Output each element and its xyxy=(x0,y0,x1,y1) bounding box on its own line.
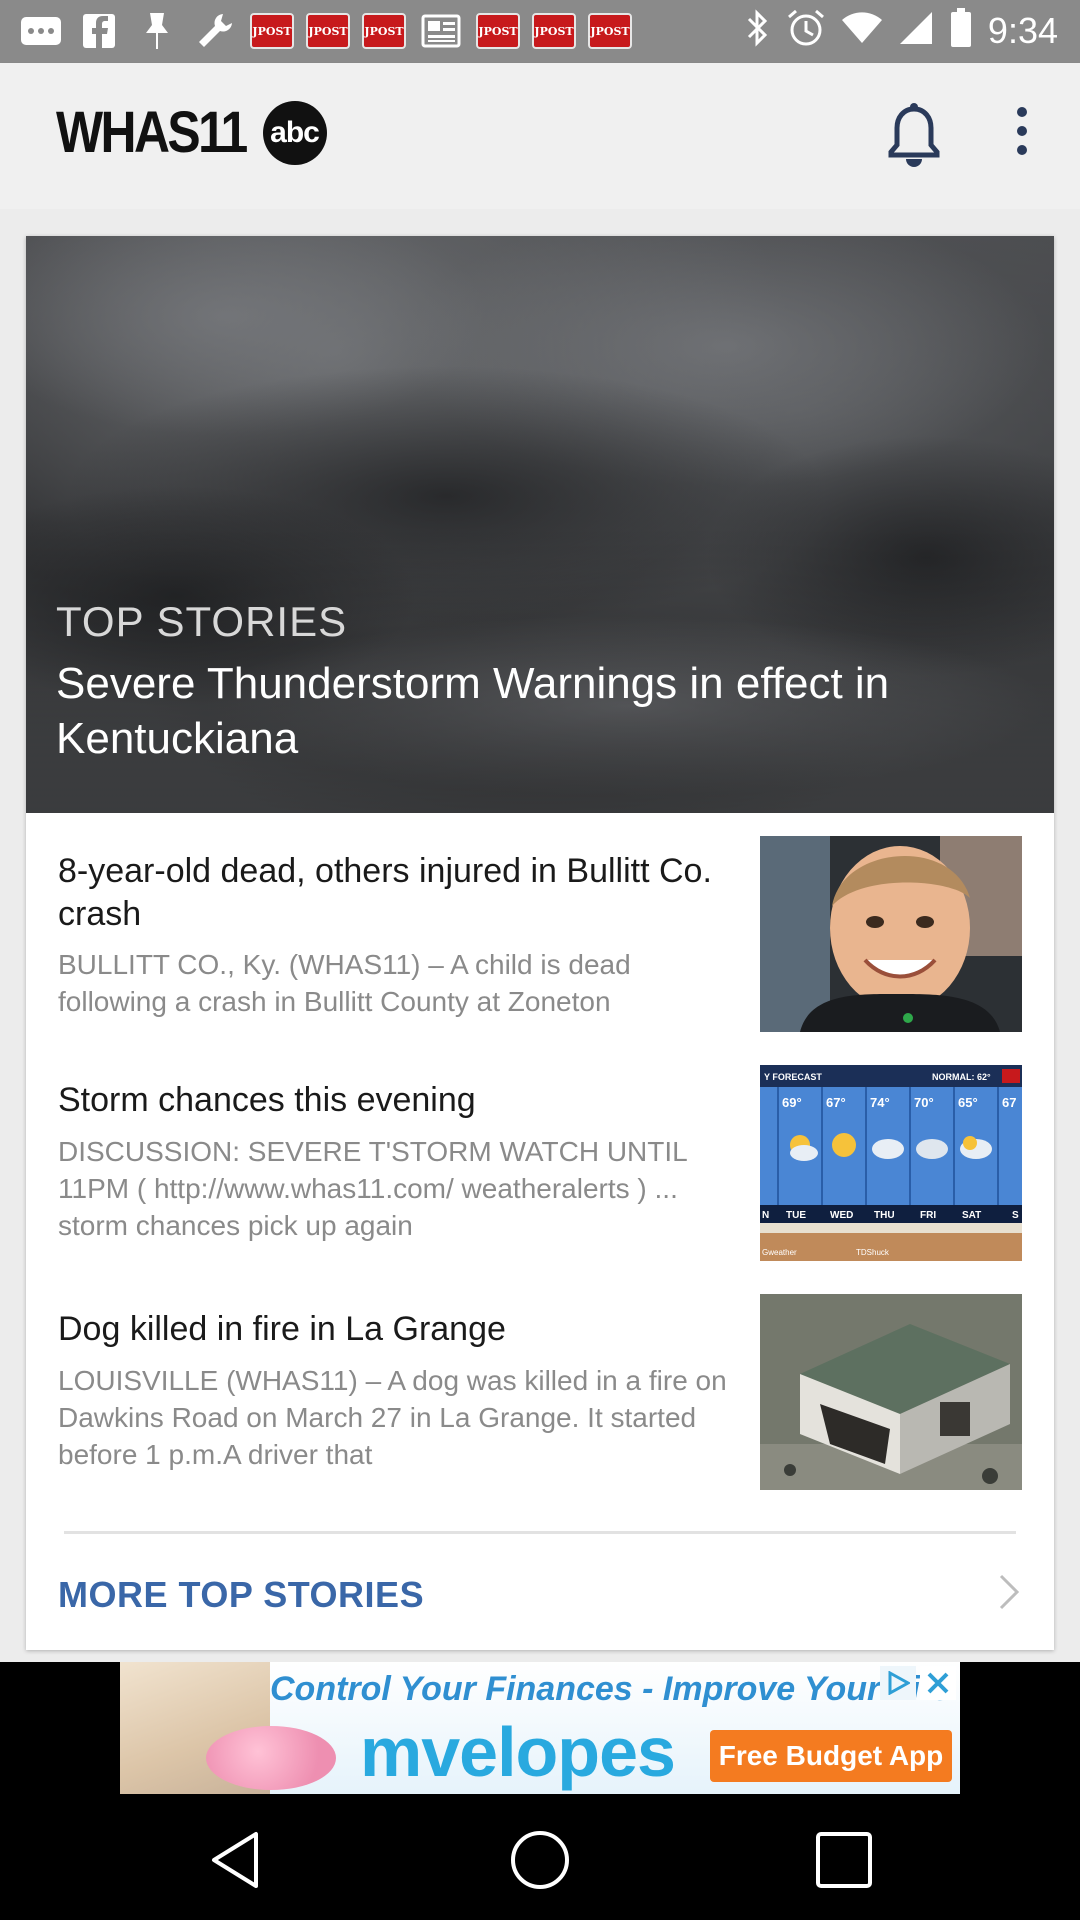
story-item[interactable]: Dog killed in fire in La Grange LOUISVIL… xyxy=(26,1294,1054,1508)
forecast-day: FRI xyxy=(920,1210,936,1221)
advertisement-banner[interactable]: Control Your Finances - Improve Your Lif… xyxy=(120,1662,960,1794)
newspaper-icon xyxy=(418,10,464,52)
more-top-stories-link[interactable]: MORE TOP STORIES xyxy=(58,1574,424,1616)
story-summary: DISCUSSION: SEVERE T'STORM WATCH UNTIL 1… xyxy=(58,1136,687,1241)
app-bar: WHAS11 abc xyxy=(0,63,1080,209)
notifications-bell-icon[interactable] xyxy=(886,103,942,169)
signal-icon xyxy=(898,10,934,51)
abc-badge: abc xyxy=(262,100,327,165)
story-thumbnail: Y FORECAST NORMAL: 62° 69° 67° 74° 70° 6… xyxy=(760,1065,1022,1261)
story-thumbnail xyxy=(760,1294,1022,1490)
jpost-notification-icon: JPOST xyxy=(306,13,350,49)
forecast-day: S xyxy=(1012,1210,1019,1221)
pin-icon xyxy=(134,10,180,52)
forecast-temp: 65° xyxy=(958,1095,978,1110)
forecast-day: THU xyxy=(874,1210,895,1221)
jpost-notification-icon: JPOST xyxy=(476,13,520,49)
section-divider xyxy=(64,1531,1016,1534)
top-stories-card: TOP STORIES Severe Thunderstorm Warnings… xyxy=(26,236,1054,1650)
ad-close-icon[interactable] xyxy=(920,1666,956,1700)
recents-icon[interactable] xyxy=(812,1828,876,1892)
status-notification-icons: JPOST JPOST JPOST JPOST JPOST JPOST xyxy=(18,10,632,52)
forecast-day: WED xyxy=(830,1210,853,1221)
story-thumbnail xyxy=(760,836,1022,1032)
jpost-notification-icon: JPOST xyxy=(532,13,576,49)
logo-text: WHAS11 xyxy=(56,100,248,165)
adchoices-icon[interactable] xyxy=(880,1666,916,1700)
story-item[interactable]: Storm chances this evening DISCUSSION: S… xyxy=(26,1065,1054,1279)
facebook-icon xyxy=(76,10,122,52)
hero-section-label: TOP STORIES xyxy=(56,598,348,645)
forecast-footer-left: Gweather xyxy=(762,1248,797,1257)
message-icon xyxy=(18,10,64,52)
bluetooth-icon xyxy=(746,8,770,53)
forecast-temp: 67° xyxy=(826,1095,846,1110)
story-title: 8-year-old dead, others injured in Bulli… xyxy=(58,852,712,933)
story-summary: BULLITT CO., Ky. (WHAS11) – A child is d… xyxy=(58,949,631,1017)
forecast-day: TUE xyxy=(786,1210,806,1221)
chevron-right-icon[interactable] xyxy=(998,1573,1020,1611)
forecast-day: SAT xyxy=(962,1210,981,1221)
jpost-notification-icon: JPOST xyxy=(362,13,406,49)
status-time: 9:34 xyxy=(987,9,1058,51)
story-title: Storm chances this evening xyxy=(58,1081,476,1119)
jpost-notification-icon: JPOST xyxy=(250,13,294,49)
ad-brand: mvelopes xyxy=(360,1713,676,1791)
forecast-temp: 67 xyxy=(1002,1095,1016,1110)
ad-headline: Control Your Finances - Improve Your Lif… xyxy=(270,1670,951,1708)
whas11-abc-logo[interactable]: WHAS11 abc xyxy=(56,99,327,166)
story-item[interactable]: 8-year-old dead, others injured in Bulli… xyxy=(26,836,1054,1050)
piggy-bank-icon xyxy=(206,1726,336,1790)
hero-headline: Severe Thunderstorm Warnings in effect i… xyxy=(56,659,890,763)
forecast-day: N xyxy=(762,1210,769,1221)
battery-icon xyxy=(950,8,972,53)
status-bar: JPOST JPOST JPOST JPOST JPOST JPOST 9:34 xyxy=(0,0,1080,63)
story-title: Dog killed in fire in La Grange xyxy=(58,1310,506,1348)
forecast-header-left: Y FORECAST xyxy=(764,1072,822,1082)
wifi-icon xyxy=(841,12,882,49)
forecast-temp: 70° xyxy=(914,1095,934,1110)
forecast-temp: 69° xyxy=(782,1095,802,1110)
home-icon[interactable] xyxy=(508,1828,572,1892)
alarm-icon xyxy=(786,8,826,53)
system-navigation-bar xyxy=(0,1800,1080,1920)
forecast-footer-right: TDShuck xyxy=(856,1248,890,1257)
forecast-temp: 74° xyxy=(870,1095,890,1110)
story-summary: LOUISVILLE (WHAS11) – A dog was killed i… xyxy=(58,1365,727,1470)
hero-story[interactable]: TOP STORIES Severe Thunderstorm Warnings… xyxy=(26,236,1054,813)
overflow-menu-icon[interactable] xyxy=(1000,107,1044,167)
jpost-notification-icon: JPOST xyxy=(588,13,632,49)
back-icon[interactable] xyxy=(206,1828,270,1892)
ad-cta-button[interactable]: Free Budget App xyxy=(710,1730,952,1782)
forecast-header-right: NORMAL: 62° xyxy=(932,1072,991,1082)
wrench-icon xyxy=(192,10,238,52)
